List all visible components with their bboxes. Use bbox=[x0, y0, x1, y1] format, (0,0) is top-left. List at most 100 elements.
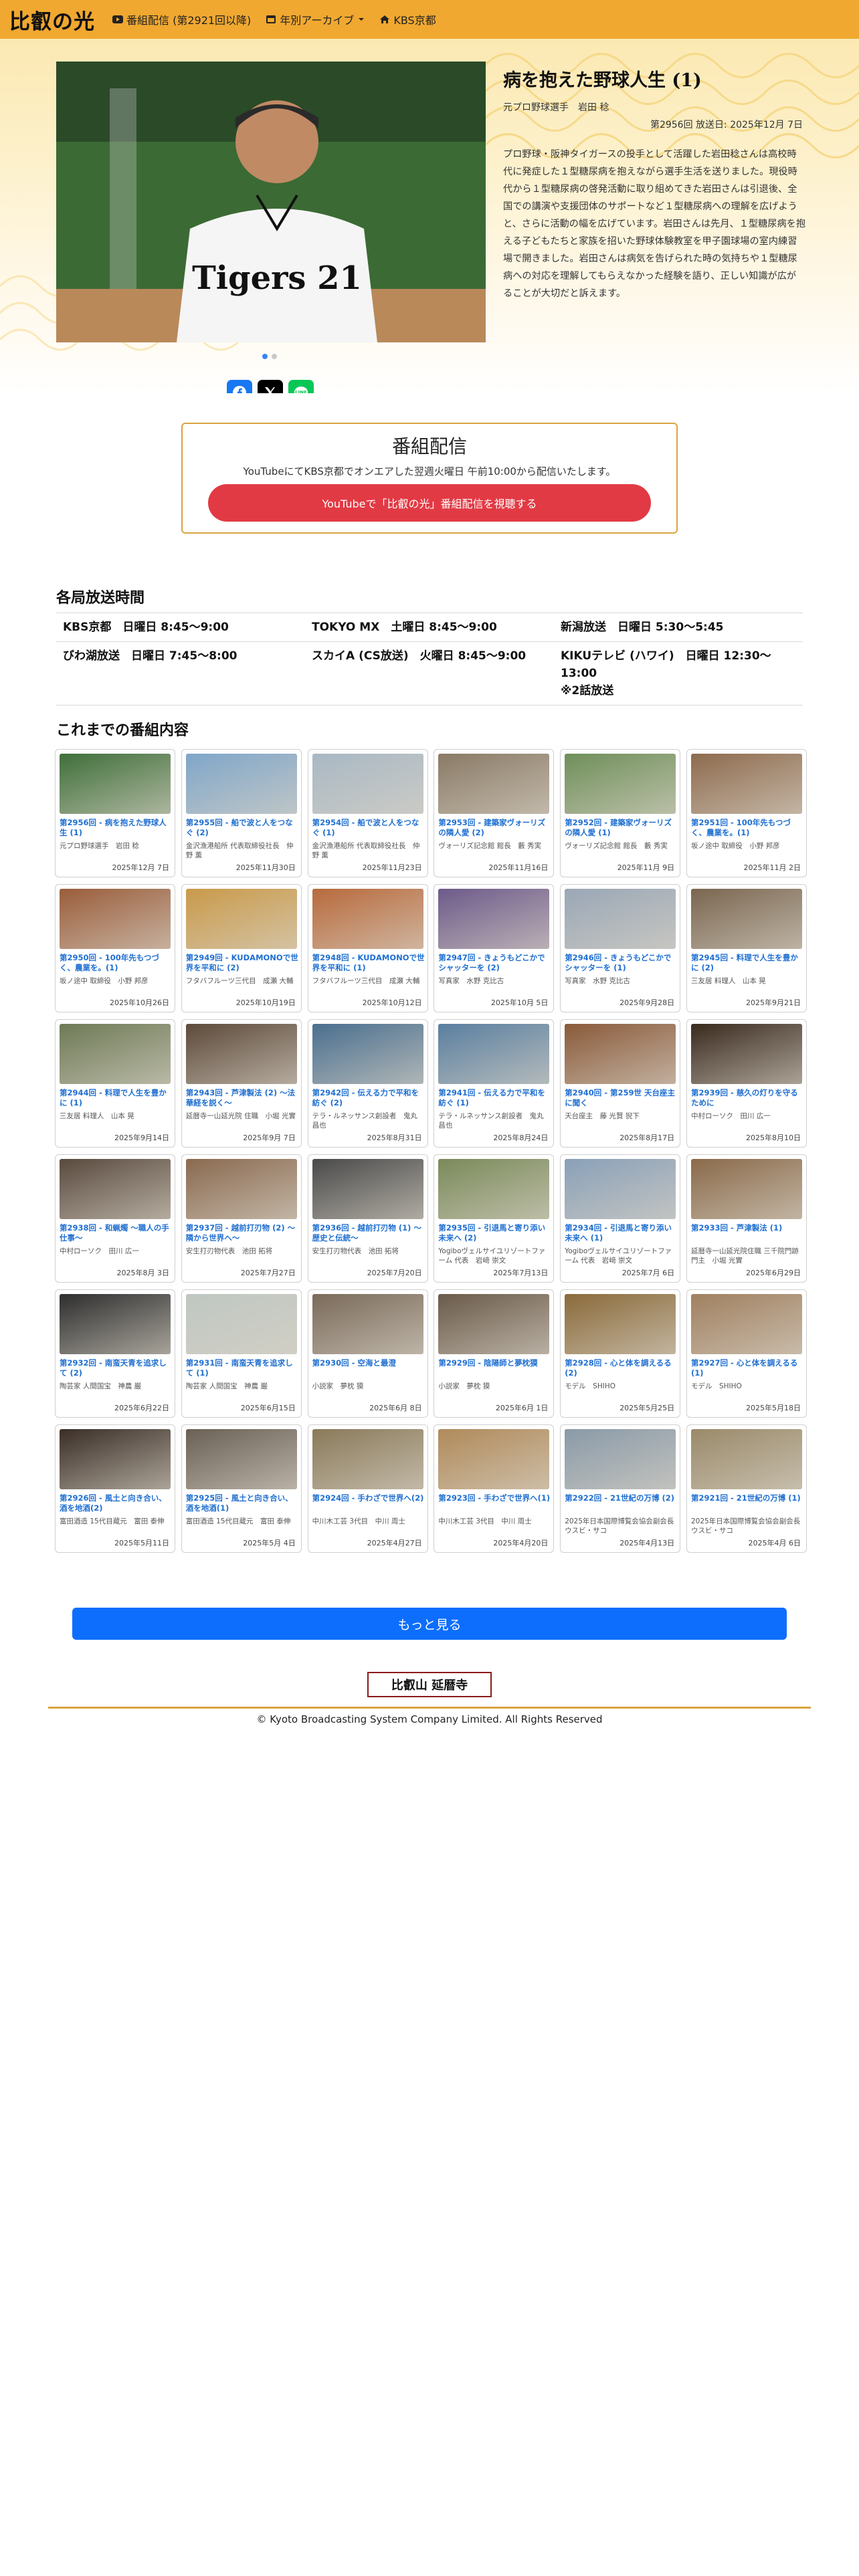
program-thumbnail[interactable] bbox=[185, 1429, 297, 1489]
program-card[interactable]: 第2928回 - 心と体を調えるる(2) モデル SHIHO 2025年5月25日 bbox=[560, 1289, 681, 1418]
program-title-link[interactable]: 第2943回 - 芦津製法 (2) 〜法華経を説く〜 bbox=[186, 1088, 298, 1108]
program-thumbnail[interactable] bbox=[185, 1159, 297, 1219]
program-card[interactable]: 第2955回 - 船で波と人をつなぐ (2) 金沢漁港船所 代表取締役社長 仲野 … bbox=[181, 749, 302, 877]
program-thumbnail[interactable] bbox=[60, 1429, 171, 1489]
program-title-link[interactable]: 第2954回 - 船で波と人をつなぐ (1) bbox=[312, 818, 425, 838]
program-thumbnail[interactable] bbox=[185, 1024, 297, 1084]
program-title-link[interactable]: 第2950回 - 100年先もつづく、農業を。(1) bbox=[60, 953, 172, 973]
program-title-link[interactable]: 第2925回 - 風土と向き合い、酒を地酒(1) bbox=[186, 1493, 298, 1513]
program-card[interactable]: 第2946回 - きょうもどこかでシャッターを (1) 写真家 水野 克比古 202… bbox=[560, 884, 681, 1012]
program-title-link[interactable]: 第2926回 - 風土と向き合い、酒を地酒(2) bbox=[60, 1493, 172, 1513]
site-brand[interactable]: 比叡の光 bbox=[9, 5, 95, 35]
program-thumbnail[interactable] bbox=[312, 1429, 423, 1489]
program-card[interactable]: 第2942回 - 伝える力で平和を紡ぐ (2) テラ・ルネッサンス創設者 鬼丸 昌… bbox=[307, 1019, 428, 1148]
program-title-link[interactable]: 第2948回 - KUDAMONOで世界を平和に (1) bbox=[312, 953, 425, 973]
program-title-link[interactable]: 第2952回 - 建築家ヴォーリズの隣人愛 (1) bbox=[565, 818, 677, 838]
facebook-share-button[interactable] bbox=[227, 380, 252, 393]
program-thumbnail[interactable] bbox=[690, 1294, 802, 1354]
program-thumbnail[interactable] bbox=[438, 1294, 550, 1354]
program-title-link[interactable]: 第2946回 - きょうもどこかでシャッターを (1) bbox=[565, 953, 677, 973]
program-title-link[interactable]: 第2935回 - 引退馬と寄り添い未来へ (2) bbox=[438, 1223, 551, 1243]
program-card[interactable]: 第2944回 - 料理で人生を豊かに (1) 三友居 料理人 山本 晃 2025年9… bbox=[55, 1019, 175, 1148]
program-thumbnail[interactable] bbox=[565, 1024, 676, 1084]
program-title-link[interactable]: 第2924回 - 手わざで世界へ(2) bbox=[312, 1493, 425, 1503]
program-thumbnail[interactable] bbox=[312, 1024, 423, 1084]
program-title-link[interactable]: 第2956回 - 病を抱えた野球人生 (1) bbox=[60, 818, 172, 838]
program-thumbnail[interactable] bbox=[185, 754, 297, 814]
program-title-link[interactable]: 第2955回 - 船で波と人をつなぐ (2) bbox=[186, 818, 298, 838]
program-thumbnail[interactable] bbox=[60, 889, 171, 949]
program-card[interactable]: 第2932回 - 南蛮天青を追求して (2) 陶芸家 人間国宝 神農 巌 2025年… bbox=[55, 1289, 175, 1418]
program-card[interactable]: 第2921回 - 21世紀の万博 (1) 2025年日本国際博覧会協会副会長 ウス… bbox=[686, 1424, 807, 1553]
program-card[interactable]: 第2950回 - 100年先もつづく、農業を。(1) 坂ノ途中 取締役 小野 邦彦… bbox=[55, 884, 175, 1012]
program-card[interactable]: 第2934回 - 引退馬と寄り添い未来へ (1) Yogiboヴェルサイユリゾート… bbox=[560, 1154, 681, 1283]
program-thumbnail[interactable] bbox=[312, 889, 423, 949]
program-title-link[interactable]: 第2939回 - 慈久の灯りを守るために bbox=[691, 1088, 803, 1108]
program-card[interactable]: 第2925回 - 風土と向き合い、酒を地酒(1) 富田酒造 15代目蔵元 富田 泰… bbox=[181, 1424, 302, 1553]
program-title-link[interactable]: 第2927回 - 心と体を調えるる(1) bbox=[691, 1358, 803, 1378]
program-thumbnail[interactable] bbox=[438, 1429, 550, 1489]
program-card[interactable]: 第2933回 - 芦津製法 (1) 延暦寺一山延光院住職 三千院門跡門主 小堀 光… bbox=[686, 1154, 807, 1283]
program-thumbnail[interactable] bbox=[690, 1024, 802, 1084]
program-card[interactable]: 第2952回 - 建築家ヴォーリズの隣人愛 (1) ヴォーリズ記念館 館長 藪 秀… bbox=[560, 749, 681, 877]
program-card[interactable]: 第2947回 - きょうもどこかでシャッターを (2) 写真家 水野 克比古 202… bbox=[434, 884, 555, 1012]
carousel-indicators[interactable] bbox=[262, 354, 277, 359]
carousel-dot-active[interactable] bbox=[262, 354, 268, 359]
program-card[interactable]: 第2924回 - 手わざで世界へ(2) 中川木工芸 3代目 中川 周士 2025年4… bbox=[307, 1424, 428, 1553]
program-thumbnail[interactable] bbox=[312, 1294, 423, 1354]
program-title-link[interactable]: 第2931回 - 南蛮天青を追求して (1) bbox=[186, 1358, 298, 1378]
program-thumbnail[interactable] bbox=[312, 754, 423, 814]
program-card[interactable]: 第2951回 - 100年先もつづく、農業を。(1) 坂ノ途中 取締役 小野 邦彦… bbox=[686, 749, 807, 877]
program-card[interactable]: 第2929回 - 陰陽師と夢枕獏 小説家 夢枕 獏 2025年6月 1日 bbox=[434, 1289, 555, 1418]
program-thumbnail[interactable] bbox=[565, 889, 676, 949]
program-thumbnail[interactable] bbox=[690, 1429, 802, 1489]
program-card[interactable]: 第2923回 - 手わざで世界へ(1) 中川木工芸 3代目 中川 周士 2025年4… bbox=[434, 1424, 555, 1553]
carousel-dot[interactable] bbox=[272, 354, 277, 359]
program-card[interactable]: 第2937回 - 越前打刃物 (2) 〜隣から世界へ〜 安生打刃物代表 池田 拓将… bbox=[181, 1154, 302, 1283]
program-thumbnail[interactable] bbox=[690, 754, 802, 814]
program-title-link[interactable]: 第2933回 - 芦津製法 (1) bbox=[691, 1223, 803, 1233]
program-title-link[interactable]: 第2936回 - 越前打刃物 (1) 〜歴史と伝統〜 bbox=[312, 1223, 425, 1243]
program-card[interactable]: 第2935回 - 引退馬と寄り添い未来へ (2) Yogiboヴェルサイユリゾート… bbox=[434, 1154, 555, 1283]
program-title-link[interactable]: 第2928回 - 心と体を調えるる(2) bbox=[565, 1358, 677, 1378]
program-title-link[interactable]: 第2930回 - 空海と最澄 bbox=[312, 1358, 425, 1368]
program-thumbnail[interactable] bbox=[60, 1294, 171, 1354]
program-title-link[interactable]: 第2945回 - 料理で人生を豊かに (2) bbox=[691, 953, 803, 973]
load-more-button[interactable]: もっと見る bbox=[72, 1608, 787, 1640]
program-card[interactable]: 第2926回 - 風土と向き合い、酒を地酒(2) 富田酒造 15代目蔵元 富田 泰… bbox=[55, 1424, 175, 1553]
program-card[interactable]: 第2956回 - 病を抱えた野球人生 (1) 元プロ野球選手 岩田 稔 2025年1… bbox=[55, 749, 175, 877]
program-thumbnail[interactable] bbox=[565, 754, 676, 814]
sponsor-logo[interactable]: 比叡山 延暦寺 bbox=[367, 1672, 492, 1697]
program-thumbnail[interactable] bbox=[185, 1294, 297, 1354]
program-card[interactable]: 第2922回 - 21世紀の万博 (2) 2025年日本国際博覧会協会副会長 ウス… bbox=[560, 1424, 681, 1553]
nav-kbs-link[interactable]: KBS京都 bbox=[379, 11, 436, 27]
program-thumbnail[interactable] bbox=[438, 889, 550, 949]
program-thumbnail[interactable] bbox=[185, 889, 297, 949]
program-title-link[interactable]: 第2944回 - 料理で人生を豊かに (1) bbox=[60, 1088, 172, 1108]
program-title-link[interactable]: 第2953回 - 建築家ヴォーリズの隣人愛 (2) bbox=[438, 818, 551, 838]
program-thumbnail[interactable] bbox=[690, 889, 802, 949]
program-title-link[interactable]: 第2923回 - 手わざで世界へ(1) bbox=[438, 1493, 551, 1503]
program-thumbnail[interactable] bbox=[60, 1159, 171, 1219]
program-card[interactable]: 第2940回 - 第259世 天台座主に聞く 天台座主 藤 光賢 猊下 2025年8… bbox=[560, 1019, 681, 1148]
program-card[interactable]: 第2945回 - 料理で人生を豊かに (2) 三友居 料理人 山本 晃 2025年9… bbox=[686, 884, 807, 1012]
youtube-watch-button[interactable]: YouTubeで「比叡の光」番組配信を視聴する bbox=[208, 484, 651, 522]
program-title-link[interactable]: 第2932回 - 南蛮天青を追求して (2) bbox=[60, 1358, 172, 1378]
program-card[interactable]: 第2938回 - 和蝋燭 〜職人の手仕事〜 中村ローソク 田川 広一 2025年8月… bbox=[55, 1154, 175, 1283]
program-card[interactable]: 第2927回 - 心と体を調えるる(1) モデル SHIHO 2025年5月18日 bbox=[686, 1289, 807, 1418]
program-title-link[interactable]: 第2922回 - 21世紀の万博 (2) bbox=[565, 1493, 677, 1503]
program-card[interactable]: 第2948回 - KUDAMONOで世界を平和に (1) フタバフルーツ三代目 成… bbox=[307, 884, 428, 1012]
program-title-link[interactable]: 第2921回 - 21世紀の万博 (1) bbox=[691, 1493, 803, 1503]
program-title-link[interactable]: 第2938回 - 和蝋燭 〜職人の手仕事〜 bbox=[60, 1223, 172, 1243]
program-title-link[interactable]: 第2951回 - 100年先もつづく、農業を。(1) bbox=[691, 818, 803, 838]
program-title-link[interactable]: 第2941回 - 伝える力で平和を紡ぐ (1) bbox=[438, 1088, 551, 1108]
program-card[interactable]: 第2939回 - 慈久の灯りを守るために 中村ローソク 田川 広一 2025年8月1… bbox=[686, 1019, 807, 1148]
program-title-link[interactable]: 第2949回 - KUDAMONOで世界を平和に (2) bbox=[186, 953, 298, 973]
program-title-link[interactable]: 第2929回 - 陰陽師と夢枕獏 bbox=[438, 1358, 551, 1368]
program-thumbnail[interactable] bbox=[60, 1024, 171, 1084]
program-card[interactable]: 第2954回 - 船で波と人をつなぐ (1) 金沢漁港船所 代表取締役社長 仲野 … bbox=[307, 749, 428, 877]
nav-streaming-link[interactable]: 番組配信 (第2921回以降) bbox=[112, 11, 251, 27]
line-share-button[interactable]: LINE bbox=[288, 380, 314, 393]
program-card[interactable]: 第2930回 - 空海と最澄 小説家 夢枕 獏 2025年6月 8日 bbox=[307, 1289, 428, 1418]
program-title-link[interactable]: 第2937回 - 越前打刃物 (2) 〜隣から世界へ〜 bbox=[186, 1223, 298, 1243]
